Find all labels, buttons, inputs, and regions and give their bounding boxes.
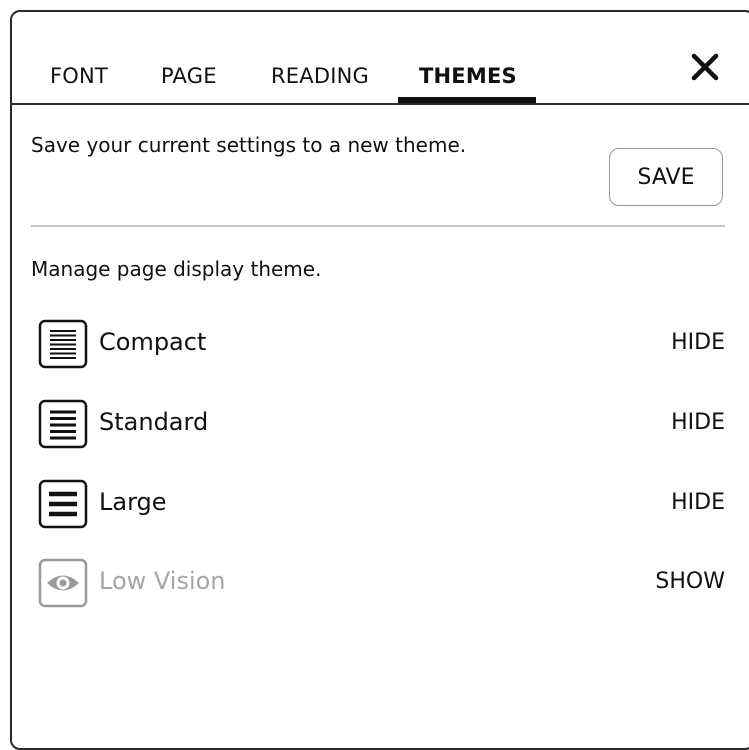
theme-name-large: Large — [99, 488, 167, 516]
section-divider — [31, 225, 725, 227]
theme-name-low-vision: Low Vision — [99, 567, 226, 595]
hide-compact-button[interactable]: HIDE — [671, 330, 725, 355]
tab-page[interactable]: PAGE — [161, 64, 217, 88]
save-theme-button[interactable]: SAVE — [609, 148, 723, 206]
hide-standard-button[interactable]: HIDE — [671, 410, 725, 435]
manage-theme-description: Manage page display theme. — [31, 257, 322, 281]
standard-lines-icon — [38, 399, 88, 449]
theme-row-compact[interactable]: Compact HIDE — [31, 316, 725, 372]
tab-bar: FONT PAGE READING THEMES — [12, 12, 749, 105]
tab-font[interactable]: FONT — [50, 64, 108, 88]
theme-row-low-vision[interactable]: Low Vision SHOW — [31, 555, 725, 611]
theme-name-standard: Standard — [99, 408, 209, 436]
theme-row-large[interactable]: Large HIDE — [31, 476, 725, 532]
close-button[interactable] — [682, 44, 728, 90]
compact-lines-icon — [38, 319, 88, 369]
large-lines-icon — [38, 479, 88, 529]
theme-name-compact: Compact — [99, 328, 207, 356]
save-theme-description: Save your current settings to a new them… — [31, 133, 467, 157]
show-low-vision-button[interactable]: SHOW — [655, 569, 725, 594]
eye-icon — [38, 558, 88, 608]
close-icon — [691, 53, 719, 81]
active-tab-indicator — [398, 97, 536, 103]
theme-row-standard[interactable]: Standard HIDE — [31, 396, 725, 452]
tab-reading[interactable]: READING — [271, 64, 369, 88]
reader-settings-panel: FONT PAGE READING THEMES Save your curre… — [10, 10, 749, 750]
hide-large-button[interactable]: HIDE — [671, 490, 725, 515]
tab-themes[interactable]: THEMES — [419, 64, 517, 88]
